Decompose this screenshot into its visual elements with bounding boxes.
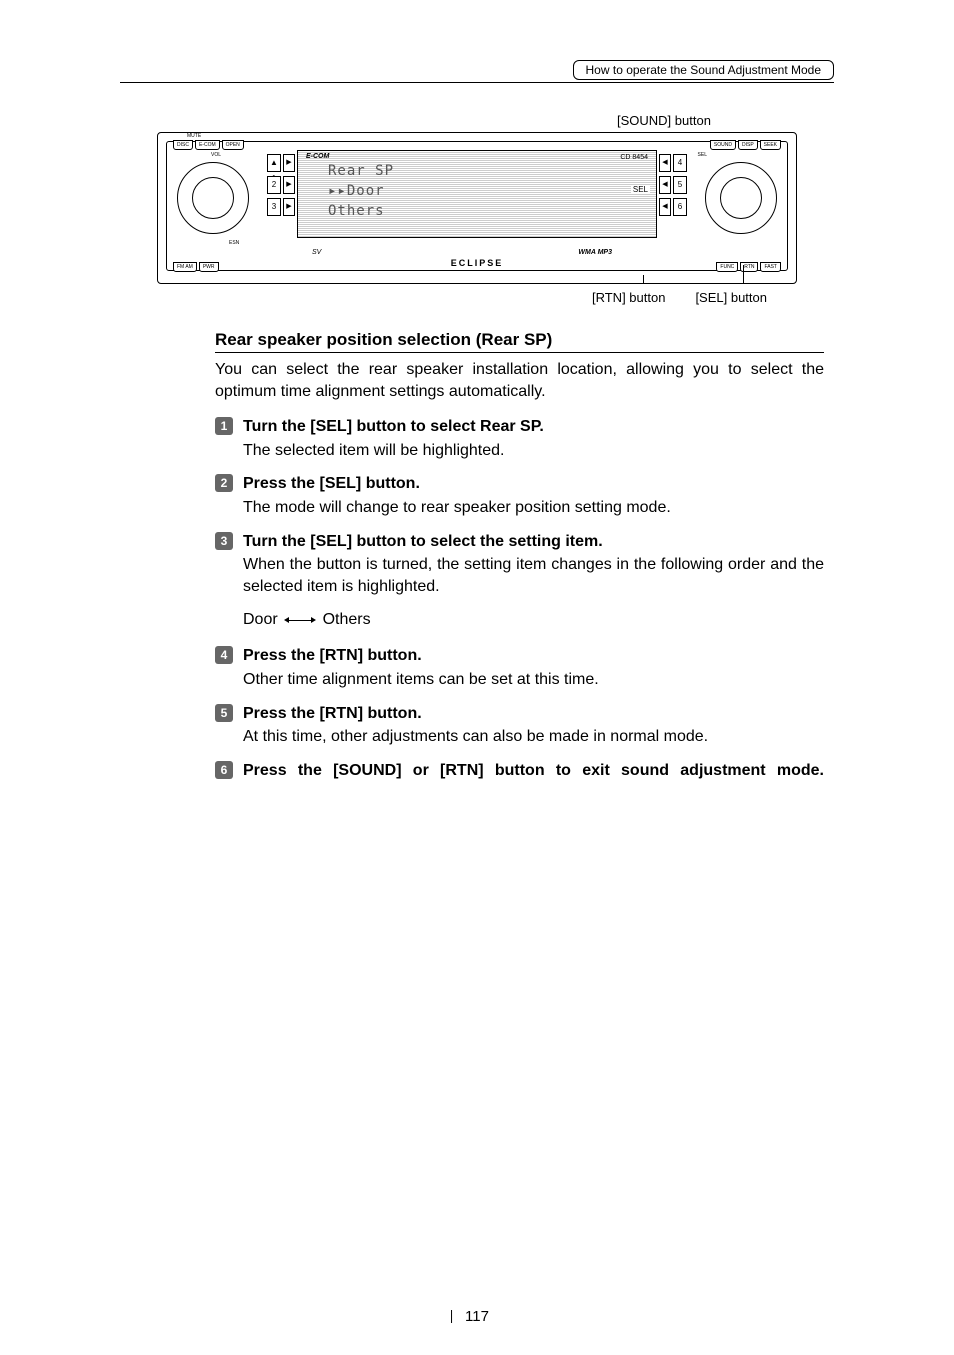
eclipse-logo: ECLIPSE — [451, 258, 504, 268]
arrow-col-left: ▶ ▶ ▶ — [283, 154, 295, 216]
preset-col-left: ▲ 1 2 3 — [267, 154, 281, 216]
sv-label: SV — [312, 249, 321, 256]
preset-2: 2 — [267, 176, 281, 194]
step-heading: Press the [SOUND] or [RTN] button to exi… — [243, 760, 824, 782]
arrow-col-right: ◀ ◀ ◀ — [659, 154, 671, 216]
esn-label: ESN — [229, 240, 239, 246]
car-stereo-illustration: MUTE DISC E-COM OPEN SOUND DISP SEEK VOL… — [157, 132, 797, 284]
mute-label: MUTE — [187, 133, 201, 139]
page: How to operate the Sound Adjustment Mode… — [0, 0, 954, 1355]
preset-col-right: 4 5 6 — [673, 154, 687, 216]
vol-label: VOL — [211, 152, 221, 158]
sel-knob-icon — [705, 162, 777, 234]
step-text: At this time, other adjustments can also… — [243, 726, 824, 748]
section-title: Rear speaker position selection (Rear SP… — [215, 330, 824, 353]
arrow-right-icon: ▶ — [283, 176, 295, 194]
step-heading: Press the [RTN] button. — [243, 645, 824, 667]
fast-button: FAST — [760, 262, 781, 272]
top-right-button-row: SOUND DISP SEEK — [710, 140, 781, 150]
preset-6: 6 — [673, 198, 687, 216]
screen-row-rear-sp: Rear SP — [328, 161, 394, 181]
callout-sel-button: [SEL] button — [695, 290, 767, 305]
step-2: 2 Press the [SEL] button. The mode will … — [215, 473, 824, 518]
bottom-left-button-row: FM AM PWR — [173, 262, 219, 272]
wma-mp3-label: WMA MP3 — [578, 249, 612, 256]
screen-brand-label: E-COM — [306, 153, 329, 160]
cycle-order: Door Others — [243, 611, 824, 629]
arrow-right-icon: ▶ — [283, 154, 295, 172]
step-heading: Turn the [SEL] button to select Rear SP. — [243, 416, 824, 438]
step-text: Other time alignment items can be set at… — [243, 669, 824, 691]
screen-row-others: Others — [328, 201, 394, 221]
step-badge: 4 — [215, 646, 233, 664]
preset-5: 5 — [673, 176, 687, 194]
volume-knob-icon — [177, 162, 249, 234]
screen-row-door-text: Door — [347, 183, 385, 199]
preset-3: 3 — [267, 198, 281, 216]
step-badge: 2 — [215, 474, 233, 492]
screen-menu: Rear SP ▸▸Door Others — [328, 161, 394, 221]
step-1: 1 Turn the [SEL] button to select Rear S… — [215, 416, 824, 461]
cycle-item-others: Others — [323, 611, 371, 628]
func-button: FUNC — [716, 262, 738, 272]
arrow-left-icon: ◀ — [659, 198, 671, 216]
callout-sound-button: [SOUND] button — [617, 113, 797, 128]
ecom-button: E-COM — [195, 140, 220, 150]
top-left-button-row: DISC E-COM OPEN — [173, 140, 244, 150]
step-3: 3 Turn the [SEL] button to select the se… — [215, 531, 824, 598]
arrow-left-icon: ◀ — [659, 176, 671, 194]
content-body: Rear speaker position selection (Rear SP… — [215, 330, 824, 781]
step-heading: Press the [RTN] button. — [243, 703, 824, 725]
pwr-button: PWR — [199, 262, 219, 272]
section-intro: You can select the rear speaker installa… — [215, 359, 824, 402]
lcd-screen: E-COM CD 8454 Rear SP ▸▸Door Others SEL — [297, 150, 657, 238]
arrow-right-icon: ▶ — [283, 198, 295, 216]
disc-button: DISC — [173, 140, 193, 150]
breadcrumb: How to operate the Sound Adjustment Mode — [573, 60, 834, 80]
page-number: 117 — [465, 1308, 489, 1325]
step-heading: Turn the [SEL] button to select the sett… — [243, 531, 824, 553]
bottom-right-button-row: FUNC RTN FAST — [716, 262, 781, 272]
leader-line — [743, 265, 744, 284]
disp-button: DISP — [738, 140, 758, 150]
arrow-left-icon: ◀ — [659, 154, 671, 172]
bottom-callouts: [RTN] button [SEL] button — [157, 290, 797, 305]
fm-am-button: FM AM — [173, 262, 197, 272]
step-heading: Press the [SEL] button. — [243, 473, 824, 495]
leader-line — [643, 275, 644, 284]
device-faceplate: MUTE DISC E-COM OPEN SOUND DISP SEEK VOL… — [166, 141, 788, 271]
preset-4: 4 — [673, 154, 687, 172]
step-badge: 5 — [215, 704, 233, 722]
header-bar: How to operate the Sound Adjustment Mode — [120, 60, 834, 83]
step-text: The mode will change to rear speaker pos… — [243, 497, 824, 519]
step-5: 5 Press the [RTN] button. At this time, … — [215, 703, 824, 748]
cycle-item-door: Door — [243, 611, 278, 628]
step-badge: 3 — [215, 532, 233, 550]
open-button: OPEN — [222, 140, 244, 150]
seek-button: SEEK — [760, 140, 781, 150]
step-6: 6 Press the [SOUND] or [RTN] button to e… — [215, 760, 824, 782]
step-badge: 6 — [215, 761, 233, 779]
step-4: 4 Press the [RTN] button. Other time ali… — [215, 645, 824, 690]
sel-knob-label: SEL — [698, 152, 707, 158]
step-text: The selected item will be highlighted. — [243, 440, 824, 462]
step-text: When the button is turned, the setting i… — [243, 554, 824, 597]
device-diagram: [SOUND] button MUTE DISC E-COM OPEN SOUN… — [157, 113, 797, 305]
preset-1: ▲ 1 — [267, 154, 281, 172]
callout-rtn-button: [RTN] button — [592, 290, 665, 305]
screen-row-door: ▸▸Door — [328, 181, 394, 201]
screen-model-label: CD 8454 — [620, 154, 648, 161]
sound-button: SOUND — [710, 140, 736, 150]
step-badge: 1 — [215, 417, 233, 435]
screen-sel-tag: SEL — [631, 185, 650, 194]
